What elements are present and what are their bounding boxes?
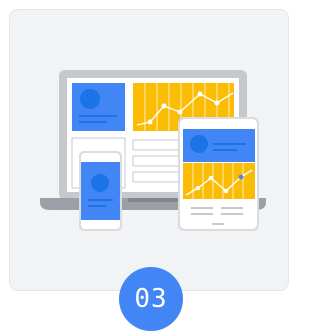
phone-icon (79, 151, 122, 231)
step-number-label: 03 (134, 284, 168, 314)
tablet-icon (178, 117, 259, 231)
step-number-badge: 03 (119, 267, 183, 331)
